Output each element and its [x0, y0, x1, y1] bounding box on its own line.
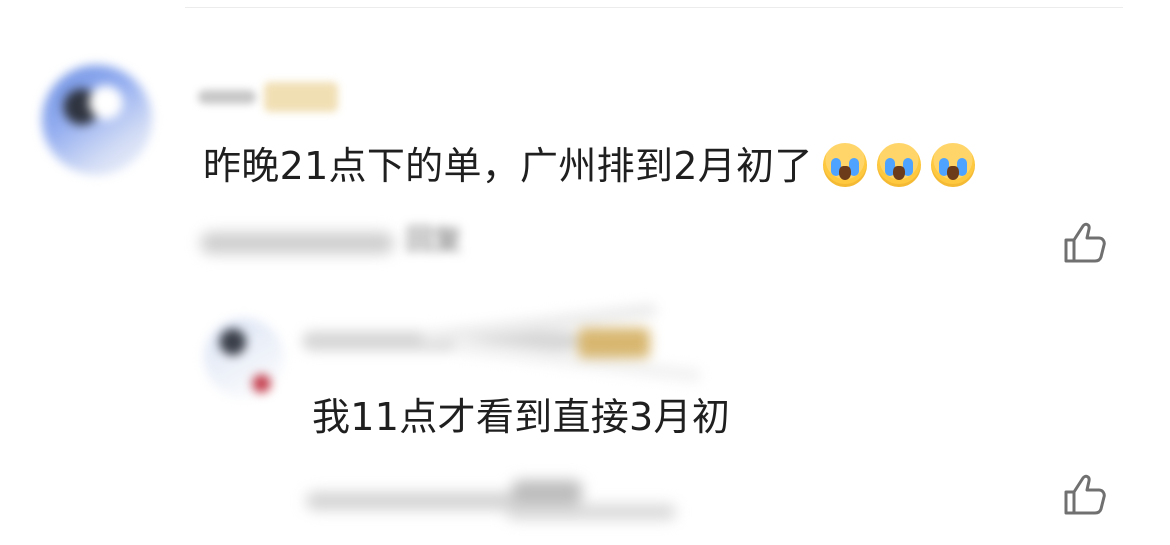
- top-divider: [185, 7, 1123, 8]
- comment-like-button[interactable]: [1058, 218, 1108, 268]
- thumb-up-icon: [1064, 474, 1106, 515]
- comment-text: 昨晚21点下的单，广州排到2月初了: [203, 144, 813, 188]
- reply-body: 我11点才看到直接3月初: [312, 395, 731, 439]
- comment-body: 昨晚21点下的单，广州排到2月初了: [203, 142, 975, 190]
- reply-like-button[interactable]: [1058, 470, 1108, 520]
- name-redaction-line: [452, 338, 702, 384]
- commenter-name-redacted[interactable]: [198, 82, 348, 112]
- name-redaction: [198, 90, 256, 104]
- thumb-up-icon: [1064, 222, 1106, 263]
- reply-link-redaction: 回复: [406, 223, 463, 256]
- loudly-crying-face-icon: [822, 143, 867, 187]
- loudly-crying-face-icon: [930, 143, 975, 187]
- comment-meta-redacted: 回复: [200, 222, 500, 262]
- meta-redaction: [306, 492, 526, 510]
- loudly-crying-face-icon: [876, 143, 921, 187]
- comment-thread: 昨晚21点下的单，广州排到2月初了 回复 我11点才看到直接3月初: [0, 0, 1170, 545]
- meta-redaction: [200, 232, 394, 254]
- level-badge-redaction: [578, 328, 650, 358]
- replier-avatar[interactable]: [204, 318, 284, 398]
- meta-redaction: [506, 504, 676, 520]
- commenter-avatar[interactable]: [42, 65, 152, 175]
- meta-redaction: [512, 480, 582, 504]
- level-badge-redaction: [264, 82, 338, 112]
- replier-name-redacted[interactable]: [302, 302, 702, 384]
- reply-meta-redacted: [306, 478, 686, 528]
